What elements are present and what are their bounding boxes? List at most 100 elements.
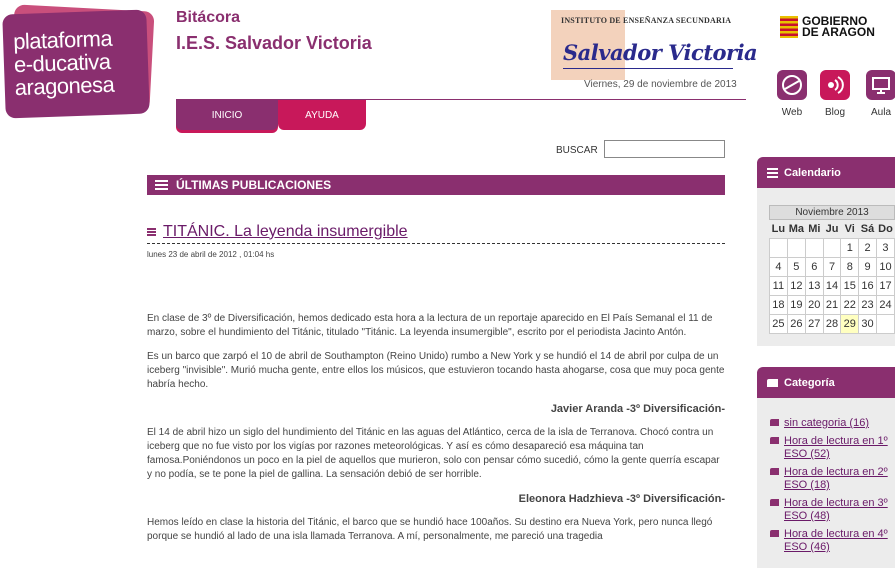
folder-icon [770,419,779,426]
post-paragraph: En clase de 3º de Diversificación, hemos… [147,313,713,338]
tab-ayuda[interactable]: AYUDA [278,100,366,130]
post-author: Eleonora Hadzhieva -3º Diversificación- [518,493,725,505]
calendar-day-header: Ma [788,223,804,235]
folder-icon [770,437,779,444]
calendar-empty-cell [786,238,806,258]
calendar-list-icon [767,166,778,180]
calendar-day[interactable]: 18 [769,295,788,315]
post-list-icon [147,227,156,237]
calendar-day[interactable]: 21 [822,295,842,315]
site-title: Bitácora I.E.S. Salvador Victoria [176,9,372,54]
aula-link[interactable]: Aula [864,70,895,118]
calendar-day[interactable]: 10 [875,257,895,277]
search-label: BUSCAR [556,145,598,156]
web-link[interactable]: Web [775,70,809,118]
calendar-week: 25 26 27 28 29 30 [769,314,895,334]
calendar-day[interactable]: 14 [822,276,842,296]
category-list: sin categoria (16) Hora de lectura en 1º … [770,417,895,559]
calendar-day[interactable]: 24 [875,295,895,315]
category-item: Hora de lectura en 1º ESO (52) [770,435,895,461]
post-paragraph: Es un barco que zarpó el 10 de abril de … [147,351,725,390]
category-link[interactable]: Hora de lectura en 1º ESO (52) [784,435,888,460]
post-paragraph: El 14 de abril hizo un siglo del hundimi… [147,427,720,480]
calendar-day-header: Vi [844,223,855,235]
logo-line-3: aragonesa [14,71,115,101]
logo-front-shape: plataforma e-ducativa aragonesa [2,9,150,119]
calendar-day[interactable]: 8 [840,257,860,277]
calendar-day[interactable]: 28 [822,314,842,334]
calendar-day[interactable]: 9 [858,257,877,277]
blog-label: Blog [824,107,845,118]
plataforma-logo[interactable]: plataforma e-ducativa aragonesa [2,4,155,119]
calendar-month: Noviembre 2013 [769,205,895,220]
calendar-week: 11 12 13 14 15 16 17 [769,276,895,296]
calendar-day[interactable]: 30 [858,314,877,334]
calendar-day[interactable]: 26 [786,314,806,334]
calendar-day[interactable]: 15 [840,276,860,296]
monitor-icon [866,70,895,100]
calendar-day[interactable]: 6 [804,257,824,277]
category-title: Categoría [784,376,835,389]
category-widget-header: Categoría [757,367,895,398]
calendar-day[interactable]: 1 [840,238,860,258]
folder-icon [770,530,779,537]
calendar-empty-cell [875,314,895,334]
calendar-day[interactable]: 20 [804,295,824,315]
category-link[interactable]: Hora de lectura en 4º ESO (46) [784,528,888,553]
calendar-table: Noviembre 2013 Lu Ma Mi Ju Vi Sá Do 1234567891… [769,205,895,334]
folder-icon [770,499,779,506]
calendar-empty-cell [822,238,842,258]
post-author: Javier Aranda -3º Diversificación- [550,403,725,415]
section-title: ÚLTIMAS PUBLICACIONES [176,178,332,192]
gobierno-aragon-logo[interactable]: GOBIERNO DE ARAGON [780,15,890,44]
calendar-day[interactable]: 5 [786,257,806,277]
calendar-day[interactable]: 27 [804,314,824,334]
calendar-week: 123 [769,238,895,258]
section-header: ÚLTIMAS PUBLICACIONES [147,175,725,195]
school-name-underline [563,68,733,69]
web-label: Web [781,107,803,118]
school-logo: INSTITUTO DE ENSEÑANZA SECUNDARIA Salvad… [551,10,758,82]
calendar-day[interactable]: 22 [840,295,860,315]
calendar-day-header: Lu [771,223,786,235]
category-link[interactable]: Hora de lectura en 3º ESO (48) [784,497,888,522]
calendar-day[interactable]: 2 [858,238,877,258]
blog-link[interactable]: Blog [818,70,852,118]
aragon-flag-icon [780,16,798,38]
tab-inicio[interactable]: INICIO [176,100,278,130]
category-link[interactable]: Hora de lectura en 2º ESO (18) [784,466,888,491]
school-name: Salvador Victoria [563,40,758,65]
calendar-day[interactable]: 12 [786,276,806,296]
calendar-widget-header: Calendario [757,157,895,188]
calendar-day[interactable]: 3 [875,238,895,258]
post-title-link[interactable]: TITÁNIC. La leyenda insumergible [163,223,408,241]
calendar-day-header: Sá [860,223,875,235]
category-link[interactable]: sin categoria (16) [784,417,869,429]
calendar-day[interactable]: 11 [769,276,788,296]
search-input[interactable] [604,140,725,158]
calendar-week: 18 19 20 21 22 23 24 [769,295,895,315]
calendar-week: 4 5 6 7 8 9 10 [769,257,895,277]
site-name[interactable]: I.E.S. Salvador Victoria [176,32,372,54]
calendar-day[interactable]: 4 [769,257,788,277]
calendar-day[interactable]: 19 [786,295,806,315]
calendar-day-header: Mi [808,223,821,235]
gov-text: GOBIERNO DE ARAGON [802,15,875,38]
post-paragraph: Hemos leído en clase la historia del Tit… [147,517,713,542]
category-item: Hora de lectura en 4º ESO (46) [770,528,895,554]
current-date: Viernes, 29 de noviembre de 2013 [584,79,737,90]
calendar-day[interactable]: 16 [858,276,877,296]
calendar-day[interactable]: 17 [875,276,895,296]
aula-label: Aula [870,107,891,118]
calendar-day[interactable]: 29 [840,314,860,334]
category-item: sin categoria (16) [770,417,895,430]
calendar-day[interactable]: 13 [804,276,824,296]
folder-icon [767,378,778,387]
site-subtitle: Bitácora [176,9,241,26]
calendar-day[interactable]: 7 [822,257,842,277]
category-item: Hora de lectura en 3º ESO (48) [770,497,895,523]
list-icon [155,178,168,192]
calendar-day[interactable]: 25 [769,314,788,334]
calendar-day[interactable]: 23 [858,295,877,315]
calendar-day-header: Do [878,223,893,235]
